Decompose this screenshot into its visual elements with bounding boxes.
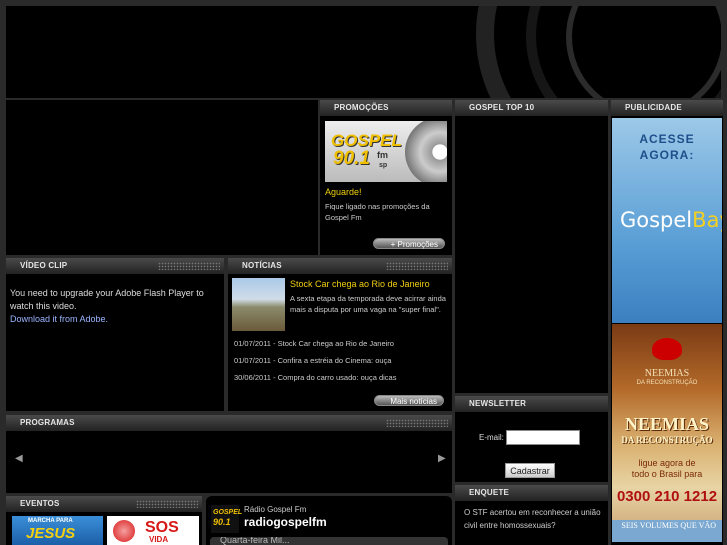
publicidade-title: PUBLICIDADE: [611, 100, 723, 116]
event-banner2-sub: VIDA: [149, 535, 169, 544]
noticias-panel: NOTÍCIAS Stock Car chega ao Rio de Janei…: [228, 258, 452, 411]
promo-logo-unit: fm: [377, 150, 388, 160]
top10-panel: GOSPEL TOP 10: [455, 100, 608, 393]
promo-logo-sub: sp: [379, 162, 388, 169]
cd-icon: [405, 121, 447, 182]
promo-heading[interactable]: Aguarde!: [325, 187, 362, 197]
twitter-handle[interactable]: radiogospelfm: [244, 515, 327, 529]
more-promotions-button[interactable]: + Promoções: [373, 238, 445, 249]
subscribe-button[interactable]: Cadastrar: [505, 463, 555, 478]
tweet-bar: Quarta-feira Mil...: [210, 537, 448, 545]
news-featured-title[interactable]: Stock Car chega ao Rio de Janeiro: [290, 279, 430, 289]
promocoes-title: PROMOÇÕES: [320, 100, 452, 116]
prev-arrow-icon[interactable]: ◀: [15, 453, 23, 464]
ad1-line1: ACESSE: [639, 132, 695, 146]
programas-dots: [386, 419, 448, 427]
news-item[interactable]: 01/07/2011 - Stock Car chega ao Rio de J…: [234, 339, 394, 348]
news-item[interactable]: 30/06/2011 - Compra do carro usado: ouça…: [234, 373, 396, 382]
promo-image[interactable]: GOSPEL 90.1 fm sp: [325, 121, 447, 182]
ad2-title: NEEMIAS: [644, 368, 690, 379]
promo-logo-freq: 90.1: [333, 148, 370, 169]
email-label: E-mail:: [479, 433, 504, 442]
eventos-panel: EVENTOS MARCHA PARA JESUS SOS VIDA: [6, 496, 202, 545]
ad2-sub: DA RECONSTRUÇÃO: [636, 380, 698, 386]
avatar-logo-freq: 90.1: [213, 517, 231, 527]
promo-text: Fique ligado nas promoções da Gospel Fm: [325, 202, 430, 222]
event-banner-sos[interactable]: SOS VIDA: [107, 516, 199, 545]
neemias-ad[interactable]: NEEMIAS DA RECONSTRUÇÃO NEEMIAS DA RECON…: [612, 324, 722, 542]
ad2-big: NEEMIAS: [624, 414, 709, 434]
videoclip-panel: VÍDEO CLIP You need to upgrade your Adob…: [6, 258, 224, 411]
sos-emblem-icon: [113, 520, 135, 542]
ad3-text: SEIS VOLUMES QUE VÃO: [612, 520, 722, 542]
ad2-big-sub: DA RECONSTRUÇÃO: [621, 435, 713, 445]
promocoes-panel: PROMOÇÕES GOSPEL 90.1 fm sp Aguarde! Fiq…: [320, 100, 452, 255]
ad1-brand: GospelBay: [620, 208, 722, 232]
ad1-brand-b: Bay: [692, 208, 722, 232]
poll-question[interactable]: O STF acertou em reconhecer a união civi…: [464, 506, 604, 532]
download-flash-link[interactable]: Download it from Adobe.: [10, 314, 108, 324]
ad2-call2: todo o Brasil para: [631, 469, 703, 479]
header-banner: [6, 6, 721, 98]
videoclip-dots: [158, 262, 220, 270]
ad2-call: ligue agora de: [638, 458, 696, 468]
programas-panel: PROGRAMAS ◀ ▶: [6, 415, 452, 493]
news-thumbnail[interactable]: [232, 278, 285, 331]
ad2-phone: 0300 210 1212: [616, 488, 718, 505]
email-field[interactable]: [506, 430, 580, 445]
heart-icon: [652, 338, 682, 360]
enquete-panel: ENQUETE O STF acertou em reconhecer a un…: [455, 485, 608, 545]
publicidade-panel: PUBLICIDADE ACESSE AGORA: GospelBay NEEM…: [611, 100, 723, 545]
gospelbay-ad[interactable]: ACESSE AGORA: GospelBay: [612, 118, 722, 323]
event-banner1-text: MARCHA PARA: [28, 518, 73, 524]
ad1-line2: AGORA:: [639, 148, 695, 162]
tweet-text: Quarta-feira Mil...: [220, 537, 290, 545]
news-item[interactable]: 01/07/2011 - Confira a estréia do Cinema…: [234, 356, 391, 365]
event-banner1-big: JESUS: [26, 525, 76, 542]
twitter-widget: GOSPEL 90.1 Rádio Gospel Fm radiogospelf…: [206, 496, 452, 545]
noticias-dots: [386, 262, 448, 270]
flash-area: [6, 100, 318, 255]
event-banner-marcha[interactable]: MARCHA PARA JESUS: [12, 516, 103, 545]
next-arrow-icon[interactable]: ▶: [438, 453, 446, 464]
enquete-title: ENQUETE: [455, 485, 608, 501]
newsletter-panel: NEWSLETTER E-mail: Cadastrar: [455, 396, 608, 482]
top10-title: GOSPEL TOP 10: [455, 100, 608, 116]
eventos-dots: [136, 500, 198, 508]
newsletter-title: NEWSLETTER: [455, 396, 608, 412]
gospel-fm-avatar[interactable]: GOSPEL 90.1: [211, 505, 243, 533]
twitter-name: Rádio Gospel Fm: [244, 505, 307, 514]
ad1-brand-a: Gospel: [620, 208, 693, 232]
avatar-logo-text: GOSPEL: [213, 509, 243, 516]
news-featured-text: A sexta etapa da temporada deve acirrar …: [290, 294, 446, 314]
more-news-button[interactable]: Mais notícias: [374, 395, 444, 406]
flash-message: You need to upgrade your Adobe Flash Pla…: [10, 288, 204, 311]
